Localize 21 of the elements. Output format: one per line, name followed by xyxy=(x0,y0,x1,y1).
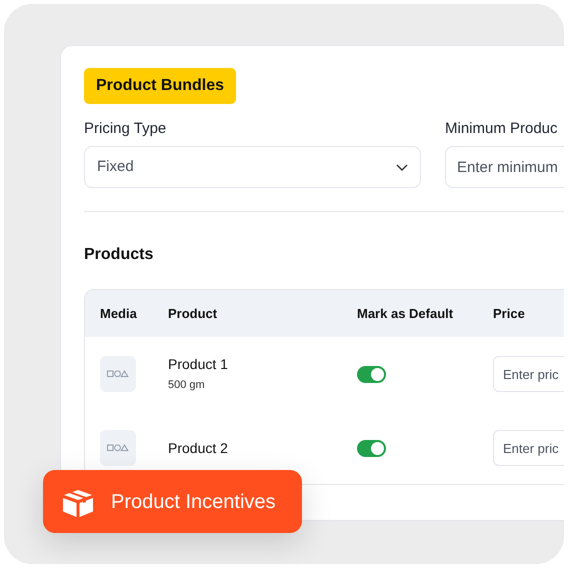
price-field[interactable]: Enter pric xyxy=(493,430,564,466)
pricing-type-dropdown[interactable]: Fixed xyxy=(84,146,421,188)
price-field[interactable]: Enter pric xyxy=(493,356,564,392)
feature-badge: Product Incentives xyxy=(43,470,302,533)
toggle-switch[interactable] xyxy=(357,366,386,382)
section-heading: Products xyxy=(84,245,154,265)
product-name: Product 2 xyxy=(168,440,229,456)
section-badge: Product Bundles xyxy=(84,68,236,104)
column-header: Price xyxy=(493,306,525,320)
column-header: Mark as Default xyxy=(357,306,454,320)
field-label: Pricing Type xyxy=(84,120,168,138)
product-name: Product 1 xyxy=(168,356,229,373)
field-label: Minimum Produc xyxy=(445,120,559,138)
column-header: Product xyxy=(168,306,218,320)
shapes-icon xyxy=(107,444,129,452)
toggle-switch[interactable] xyxy=(357,440,386,456)
shapes-icon xyxy=(107,370,129,378)
chevron-down-icon xyxy=(396,164,408,170)
minimum-products-field[interactable]: Enter minimum xyxy=(445,146,564,188)
column-header: Media xyxy=(100,306,137,320)
product-weight: 500 gm xyxy=(168,379,206,392)
